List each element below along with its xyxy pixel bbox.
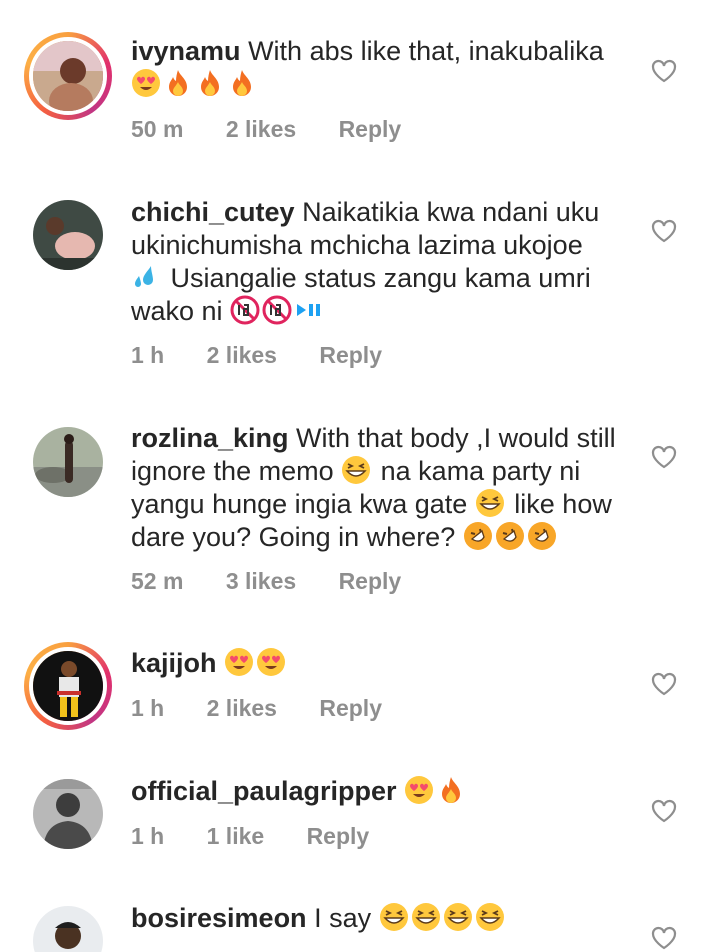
comment-username[interactable]: kajijoh: [131, 648, 217, 678]
comment-time: 1 h: [131, 823, 165, 849]
comment-likes[interactable]: 3 likes: [226, 568, 296, 594]
grinning-squinting-emoji-icon: [342, 456, 371, 484]
comment-text-line: ukinichumisha mchicha lazima ukojoe: [131, 230, 583, 260]
comment-username[interactable]: chichi_cutey: [131, 197, 295, 227]
comment-username[interactable]: ivynamu: [131, 36, 241, 66]
rolling-on-floor-laughing-emoji-icon: [495, 522, 524, 550]
avatar[interactable]: [33, 200, 103, 270]
rolling-on-floor-laughing-emoji-icon: [463, 522, 492, 550]
heart-outline-icon[interactable]: [651, 672, 677, 696]
no-one-under-eighteen-emoji-icon: [262, 295, 292, 325]
comment-text-line: ignore the memo: [131, 456, 334, 486]
comment-likes[interactable]: 2 likes: [207, 342, 277, 368]
fire-emoji-icon: [201, 70, 219, 96]
fire-emoji-icon: [442, 777, 461, 803]
fire-emoji-icon: [169, 70, 187, 96]
sweat-droplets-emoji-icon: [135, 266, 153, 287]
comment-text: With abs like that, inakubalika: [248, 36, 604, 66]
comment-text-line: wako ni: [131, 296, 223, 326]
comment-text-line: na kama party ni: [380, 456, 581, 486]
comment-text-line: With that body ,I would still: [296, 423, 616, 453]
heart-outline-icon[interactable]: [651, 59, 677, 83]
emoji-row: [131, 69, 259, 99]
comment-text-line: dare you? Going in where?: [131, 522, 456, 552]
grinning-squinting-emoji-icon: [475, 903, 504, 931]
comment-username[interactable]: official_paulagripper: [131, 776, 397, 806]
reply-button[interactable]: Reply: [319, 695, 382, 721]
avatar[interactable]: [24, 642, 112, 730]
grinning-squinting-emoji-icon: [379, 903, 408, 931]
comment-username[interactable]: bosiresimeon: [131, 903, 307, 933]
comment-time: 50 m: [131, 116, 184, 142]
comment-username[interactable]: rozlina_king: [131, 423, 289, 453]
comment-likes[interactable]: 1 like: [207, 823, 265, 849]
no-one-under-eighteen-emoji-icon: [230, 295, 260, 325]
heart-eyes-emoji-icon: [257, 648, 286, 676]
grinning-squinting-emoji-icon: [443, 903, 472, 931]
heart-eyes-emoji-icon: [405, 776, 434, 804]
rolling-on-floor-laughing-emoji-icon: [527, 522, 556, 550]
comment-text-line: like how: [514, 489, 612, 519]
heart-eyes-emoji-icon: [132, 69, 160, 97]
play-pause-emoji-icon: [297, 304, 321, 316]
heart-outline-icon[interactable]: [651, 799, 677, 823]
grinning-squinting-emoji-icon: [475, 489, 504, 517]
reply-button[interactable]: Reply: [339, 116, 402, 142]
comment-text-line: Naikatikia kwa ndani uku: [302, 197, 600, 227]
fire-emoji-icon: [233, 70, 251, 96]
reply-button[interactable]: Reply: [319, 342, 382, 368]
heart-outline-icon[interactable]: [651, 445, 677, 469]
avatar[interactable]: [33, 779, 103, 849]
heart-outline-icon[interactable]: [651, 219, 677, 243]
avatar[interactable]: [33, 906, 103, 952]
comment-time: 1 h: [131, 342, 165, 368]
heart-outline-icon[interactable]: [651, 926, 677, 950]
avatar[interactable]: [33, 427, 103, 497]
comment-text-line: Usiangalie status zangu kama umri: [170, 263, 591, 293]
comment-text: I say: [314, 903, 372, 933]
comment-likes[interactable]: 2 likes: [226, 116, 296, 142]
reply-button[interactable]: Reply: [339, 568, 402, 594]
heart-eyes-emoji-icon: [225, 648, 254, 676]
comment-time: 52 m: [131, 568, 184, 594]
comment-text-line: yangu hunge ingia kwa gate: [131, 489, 468, 519]
avatar[interactable]: [24, 32, 112, 120]
grinning-squinting-emoji-icon: [411, 903, 440, 931]
reply-button[interactable]: Reply: [307, 823, 370, 849]
comment-time: 1 h: [131, 695, 165, 721]
comment-likes[interactable]: 2 likes: [207, 695, 277, 721]
